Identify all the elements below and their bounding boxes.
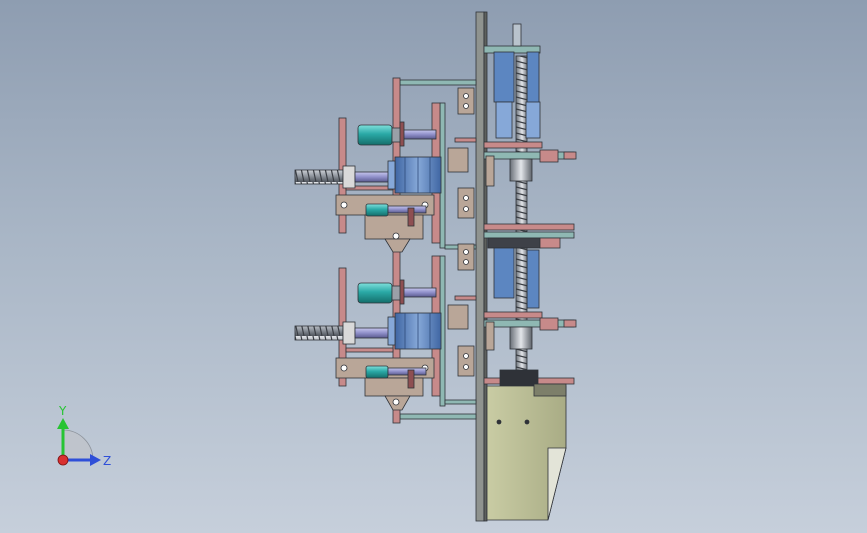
assembly-model[interactable] [0, 0, 867, 533]
z-axis-label: Z [103, 454, 111, 468]
y-axis-label: Y [58, 405, 67, 418]
bottom-housing [483, 369, 575, 521]
view-orientation-triad[interactable]: Y Z [40, 405, 120, 485]
y-axis-arrowhead [57, 418, 69, 429]
sensor-blocks [457, 87, 475, 377]
lower-left-module [294, 279, 442, 411]
main-plate [475, 11, 488, 522]
triad-plane [62, 429, 94, 461]
middle-carriage [483, 223, 577, 389]
vertical-ball-screw-upper [515, 55, 528, 247]
z-axis-arrowhead [90, 454, 101, 466]
horizontal-lead-screw-lower [294, 325, 344, 341]
pneumatic-cylinder-lower [357, 282, 393, 304]
origin-icon [57, 454, 69, 466]
upper-linear-axis [483, 23, 577, 247]
horizontal-lead-screw-upper [294, 169, 344, 185]
pneumatic-cylinder-upper [357, 124, 393, 146]
cad-viewport[interactable]: Y Z [0, 0, 867, 533]
